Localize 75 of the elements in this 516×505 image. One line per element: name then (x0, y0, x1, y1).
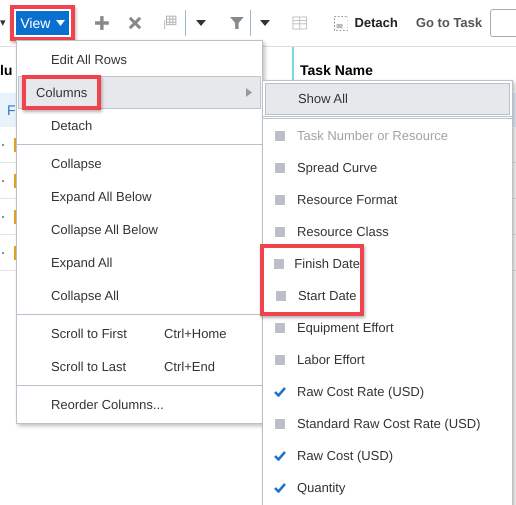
caret-icon (196, 20, 206, 26)
column-toggle-label: Raw Cost (USD) (297, 447, 394, 466)
column-toggle-item[interactable]: Resource Format (263, 184, 512, 216)
column-toggle-label: Start Date (298, 287, 357, 306)
column-toggle-label: Raw Cost Rate (USD) (297, 383, 424, 402)
shortcut-label: Ctrl+Home (164, 324, 228, 343)
column-toggle-item[interactable]: Resource Class (263, 216, 512, 248)
column-toggle-item[interactable]: Raw Cost (USD) (263, 440, 512, 472)
unchecked-square-icon (275, 227, 285, 237)
menu-item[interactable]: Collapse All (18, 279, 261, 312)
column-toggle-item[interactable]: Equipment Effort (263, 312, 512, 344)
column-toggle-label: Finish Date (294, 255, 360, 274)
check-icon (274, 451, 286, 461)
menu-item-label: Scroll to First (51, 326, 127, 341)
menu-item-label: Reorder Columns... (51, 396, 164, 412)
freeze-column-icon[interactable] (163, 14, 177, 32)
menu-item[interactable]: Reorder Columns... (18, 388, 261, 421)
go-to-task-label: Go to Task (416, 14, 482, 32)
menu-item-label: Collapse All (51, 288, 119, 303)
check-icon (274, 483, 286, 493)
column-toggle-item[interactable]: Start Date (264, 280, 360, 312)
filter-icon[interactable] (230, 15, 244, 31)
menu-item[interactable]: Detach (18, 109, 261, 142)
menu-item-label: Collapse (51, 156, 102, 171)
add-icon[interactable] (95, 15, 110, 31)
unchecked-square-icon (275, 195, 285, 205)
submenu-arrow-icon (246, 88, 252, 97)
menu-item[interactable]: Scroll to Last Ctrl+End (18, 350, 261, 383)
column-toggle-label: Resource Class (297, 223, 389, 242)
shortcut-label: Ctrl+End (164, 358, 216, 376)
column-toggle-item[interactable]: Finish Date (264, 248, 360, 280)
unchecked-square-icon (275, 323, 285, 333)
menu-item[interactable]: Collapse All Below (18, 213, 261, 246)
menu-item[interactable]: Expand All (18, 246, 261, 279)
menu-item[interactable]: Edit All Rows (18, 43, 261, 76)
unchecked-square-icon (275, 419, 285, 429)
menu-item[interactable]: Collapse (18, 147, 261, 180)
menu-item[interactable]: Expand All Below (18, 180, 261, 213)
menu-item-label: Scroll to Last (51, 358, 126, 374)
caret-icon (56, 20, 66, 26)
column-toggle-item[interactable]: Labor Effort (263, 344, 512, 376)
unchecked-square-icon (275, 163, 285, 173)
check-icon (274, 387, 286, 397)
column-toggle-label: Task Number or Resource (297, 127, 448, 146)
caret-icon (260, 20, 270, 26)
column-toggle-label: Labor Effort (297, 351, 365, 370)
column-toggle-label: Resource Format (297, 191, 398, 210)
delete-icon[interactable] (129, 16, 142, 30)
column-toggle-label: Spread Curve (297, 159, 378, 178)
column-toggle-item[interactable]: Raw Cost Rate (USD) (263, 376, 512, 408)
view-menu-button[interactable]: View (16, 11, 70, 35)
unchecked-square-icon (275, 355, 285, 365)
menu-item-label: Collapse All Below (51, 222, 158, 237)
detach-label[interactable]: Detach (354, 13, 398, 33)
column-toggle-label: Quantity (297, 479, 346, 498)
menu-item[interactable]: Scroll to First Ctrl+Home (18, 317, 261, 350)
show-all-item[interactable]: Show All (265, 83, 510, 115)
column-toggle-label: Standard Raw Cost Rate (USD) (297, 415, 481, 434)
unchecked-square-icon (274, 259, 284, 269)
go-to-task-field[interactable] (490, 9, 516, 37)
menu-item-label: Detach (51, 118, 92, 133)
menu-item-label: Expand All (51, 254, 112, 270)
detach-icon[interactable] (334, 14, 348, 32)
column-toggle-item[interactable]: Quantity (263, 472, 512, 504)
column-toggle-label: Equipment Effort (297, 319, 394, 338)
column-toggle-item[interactable]: Standard Raw Cost Rate (USD) (263, 408, 512, 440)
unchecked-square-icon (276, 291, 286, 301)
menu-item-label: Columns (36, 84, 88, 100)
menu-item-label: Expand All Below (51, 188, 152, 204)
overflow-caret[interactable]: ▾ (0, 14, 10, 32)
menu-item-label: Edit All Rows (51, 52, 127, 67)
menu-item[interactable]: Columns (18, 76, 261, 109)
column-header[interactable]: Task Name (300, 60, 373, 80)
unchecked-square-icon (275, 131, 285, 141)
column-toggle-item[interactable]: Spread Curve (263, 152, 512, 184)
